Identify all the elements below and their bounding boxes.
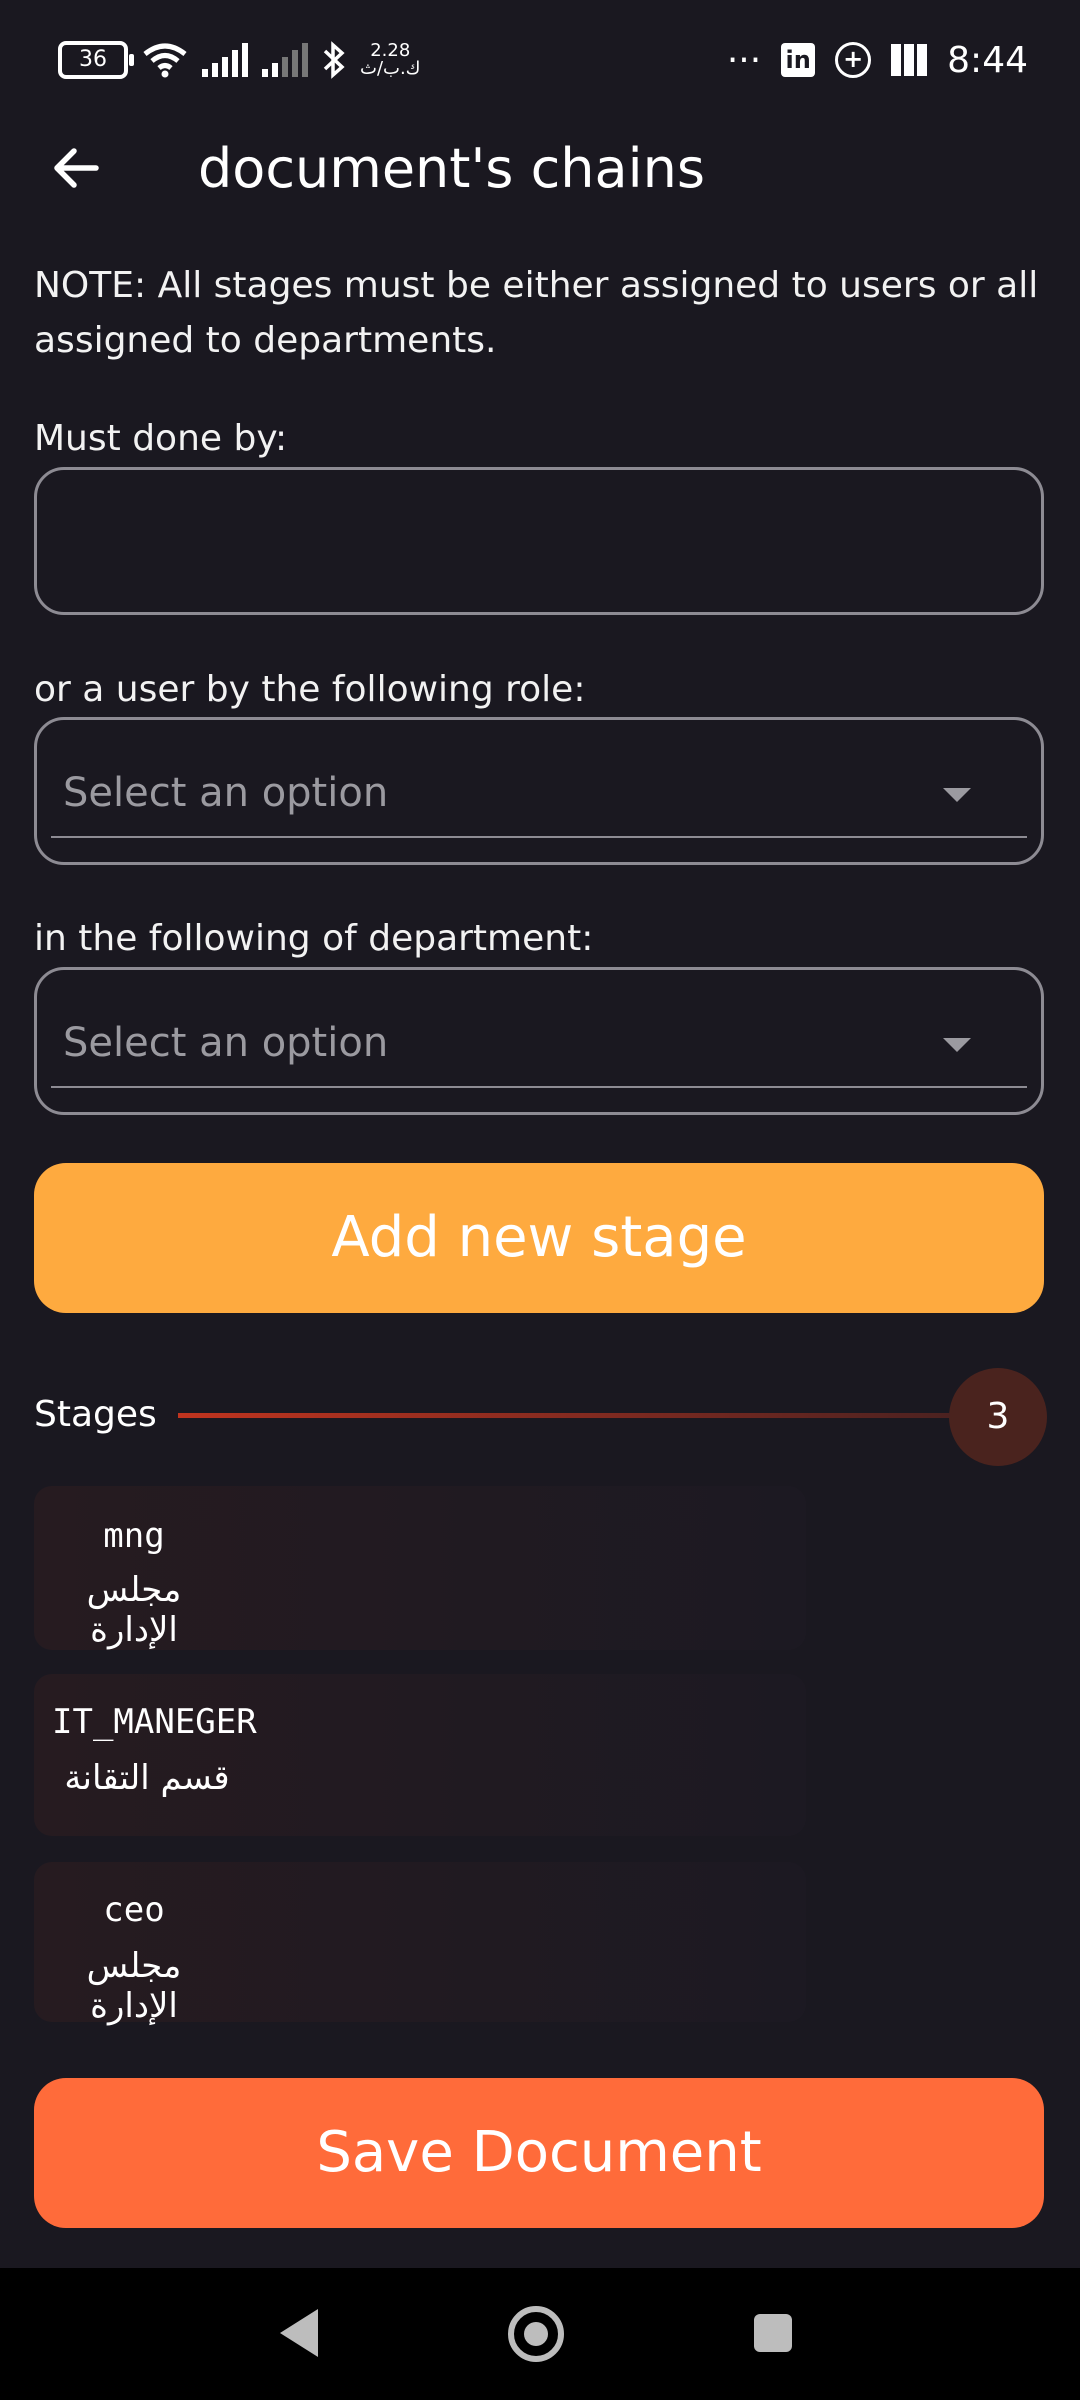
role-label: or a user by the following role: [34,669,586,710]
status-left: 36 2.28 ك.ب/ث [58,36,421,84]
notification-app-icon: + [835,42,872,78]
role-select[interactable]: Select an option [34,717,1044,865]
speed-unit: ك.ب/ث [360,58,421,79]
add-new-stage-button[interactable]: Add new stage [34,1163,1044,1313]
network-speed: 2.28 ك.ب/ث [360,42,421,78]
signal-1-icon [202,43,248,77]
caret-down-icon [943,788,971,802]
department-underline [51,1086,1027,1088]
role-underline [51,836,1027,838]
page-title: document's chains [198,137,705,200]
battery-level: 36 [79,47,107,72]
save-document-button[interactable]: Save Document [34,2078,1044,2228]
status-right: ··· in + 8:44 [727,36,1028,84]
back-arrow-icon[interactable] [48,138,108,198]
stage-department: مجلس الإدارة [86,1946,182,2026]
stages-count-badge: 3 [949,1368,1047,1466]
nav-recents-icon[interactable] [754,2314,792,2352]
must-done-by-input[interactable] [34,467,1044,615]
stages-divider [178,1413,958,1418]
stage-card[interactable]: mng مجلس الإدارة [34,1486,806,1650]
clock: 8:44 [947,39,1028,81]
must-done-by-label: Must done by: [34,418,288,459]
nav-back-icon[interactable] [280,2309,318,2357]
linkedin-icon: in [781,43,816,77]
stage-card[interactable]: ceo مجلس الإدارة [34,1862,806,2026]
battery-icon: 36 [58,41,134,79]
more-notifications-icon: ··· [726,39,762,81]
stage-name: mng [103,1516,165,1556]
bluetooth-icon [323,41,345,79]
role-placeholder: Select an option [63,770,389,816]
nav-home-icon[interactable] [508,2306,564,2362]
stage-name: ceo [103,1890,165,1930]
book-app-icon [891,44,928,76]
caret-down-icon [943,1038,971,1052]
stage-department: مجلس الإدارة [86,1570,182,1650]
department-label: in the following of department: [34,918,594,959]
wifi-icon [143,43,187,78]
stage-card[interactable]: IT_MANEGER قسم التقانة [34,1674,806,1836]
stage-name: IT_MANEGER [52,1702,257,1742]
department-select[interactable]: Select an option [34,967,1044,1115]
stage-department: قسم التقانة [64,1758,230,1798]
note-text: NOTE: All stages must be either assigned… [34,265,1039,361]
stages-label: Stages [34,1394,157,1435]
department-placeholder: Select an option [63,1020,389,1066]
status-bar: 36 2.28 ك.ب/ث ··· in + 8:44 [0,0,1080,120]
signal-2-icon [262,43,308,77]
